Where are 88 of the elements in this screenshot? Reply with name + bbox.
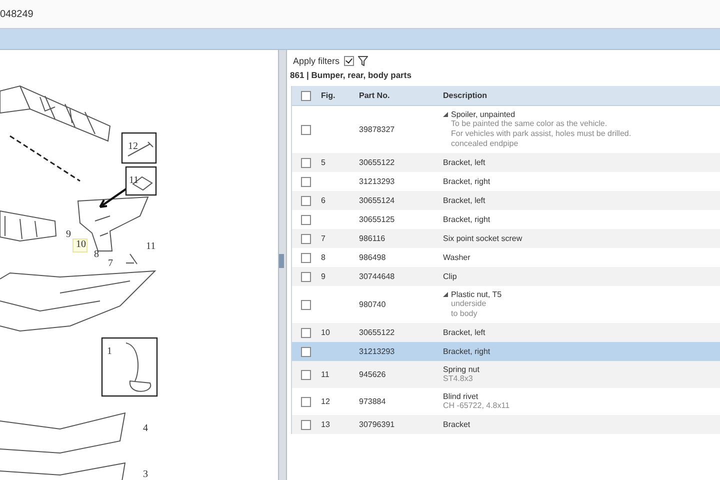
- part-number: 30655125: [359, 215, 395, 224]
- part-number: 30655122: [359, 158, 395, 167]
- part-number: 30744648: [359, 272, 395, 281]
- row-checkbox[interactable]: [301, 196, 311, 206]
- part-number: 945626: [359, 370, 386, 379]
- part-description: Six point socket screw: [443, 234, 522, 243]
- figure-number: 7: [321, 234, 326, 243]
- callout-number[interactable]: 8: [94, 249, 99, 260]
- part-description: Washer: [443, 253, 470, 262]
- figure-number: 6: [321, 196, 326, 205]
- part-description: Bracket, right: [443, 215, 490, 224]
- row-checkbox[interactable]: [301, 176, 311, 186]
- row-checkbox[interactable]: [301, 420, 311, 430]
- expand-icon[interactable]: [443, 292, 448, 297]
- part-description: Blind rivet: [443, 392, 478, 401]
- callout-box[interactable]: 11: [125, 166, 157, 196]
- table-row[interactable]: 9 30744648 Clip: [292, 267, 720, 286]
- part-description: Bracket, right: [443, 177, 490, 186]
- part-note: For vehicles with park assist, holes must be drilled.: [450, 129, 632, 139]
- part-description: Bracket: [443, 420, 470, 429]
- part-description: Bracket, right: [443, 347, 490, 356]
- document-number: 048249: [0, 8, 34, 20]
- part-note: to body: [450, 309, 478, 319]
- part-note: CH -65722, 4.8x11: [443, 401, 511, 411]
- table-row[interactable]: 13 30796391 Bracket: [292, 415, 720, 434]
- callout-number[interactable]: 4: [143, 423, 148, 434]
- figure-number: 9: [321, 272, 326, 281]
- part-description: Bracket, left: [443, 328, 486, 337]
- part-number: 30796391: [359, 420, 395, 429]
- callout-number[interactable]: 9: [66, 229, 71, 240]
- figure-number: 11: [321, 370, 330, 379]
- row-checkbox[interactable]: [301, 346, 311, 356]
- table-row[interactable]: 10 30655122 Bracket, left: [292, 323, 720, 342]
- table-row[interactable]: 6 30655124 Bracket, left: [292, 191, 720, 210]
- row-checkbox[interactable]: [301, 124, 311, 134]
- callout-number[interactable]: 7: [108, 258, 113, 269]
- part-description: Clip: [443, 272, 457, 281]
- row-checkbox[interactable]: [301, 370, 311, 380]
- callout-box[interactable]: 1: [101, 337, 158, 397]
- part-number: 986116: [359, 234, 386, 243]
- part-number: 986498: [359, 253, 386, 262]
- group-title: 861 | Bumper, rear, body parts: [290, 70, 412, 81]
- table-row[interactable]: 7 986116 Six point socket screw: [292, 229, 720, 248]
- part-number: 30655124: [359, 196, 395, 205]
- select-all-checkbox[interactable]: [301, 90, 311, 100]
- part-note: To be painted the same color as the vehicle.: [450, 119, 608, 129]
- callout-number[interactable]: 3: [143, 469, 148, 480]
- expand-icon[interactable]: [443, 112, 448, 117]
- splitter-handle[interactable]: [279, 254, 284, 268]
- figure-number: 8: [321, 253, 326, 262]
- part-note: underside: [450, 299, 488, 309]
- column-header[interactable]: Description: [443, 91, 720, 100]
- callout-box[interactable]: 12: [121, 132, 157, 164]
- part-number: 31213293: [359, 347, 395, 356]
- callout-number[interactable]: 11: [146, 241, 156, 252]
- part-description: Plastic nut, T5: [451, 290, 502, 299]
- part-description: Spoiler, unpainted: [451, 110, 516, 119]
- row-checkbox[interactable]: [301, 396, 311, 406]
- row-checkbox[interactable]: [301, 234, 311, 244]
- part-description: Bracket, left: [443, 196, 486, 205]
- row-checkbox[interactable]: [301, 272, 311, 282]
- row-checkbox[interactable]: [301, 300, 311, 310]
- column-header[interactable]: Part No.: [359, 91, 443, 100]
- figure-number: 10: [321, 328, 330, 337]
- figure-number: 12: [321, 397, 330, 406]
- part-note: concealed endpipe: [450, 139, 520, 149]
- apply-filters-label: Apply filters: [293, 56, 340, 66]
- row-checkbox[interactable]: [301, 328, 311, 338]
- part-number: 39878327: [359, 125, 395, 134]
- table-row[interactable]: 5 30655122 Bracket, left: [292, 153, 720, 172]
- part-number: 980740: [359, 300, 386, 309]
- figure-number: 13: [321, 420, 330, 429]
- column-header[interactable]: Fig.: [321, 91, 359, 100]
- table-row[interactable]: 31213293 Bracket, right: [292, 342, 720, 361]
- part-number: 31213293: [359, 177, 395, 186]
- callout-number[interactable]: 10: [72, 238, 88, 252]
- table-row[interactable]: 11 945626 Spring nut ST4.8x3: [292, 361, 720, 388]
- part-description: Spring nut: [443, 365, 480, 374]
- part-note: ST4.8x3: [443, 374, 474, 384]
- apply-filters-checkbox[interactable]: [344, 56, 354, 66]
- row-checkbox[interactable]: [301, 214, 311, 224]
- part-number: 30655122: [359, 328, 395, 337]
- part-number: 973884: [359, 397, 386, 406]
- part-description: Bracket, left: [443, 158, 486, 167]
- row-checkbox[interactable]: [301, 252, 311, 262]
- filter-icon[interactable]: [358, 56, 368, 66]
- figure-number: 5: [321, 158, 326, 167]
- row-checkbox[interactable]: [301, 158, 311, 168]
